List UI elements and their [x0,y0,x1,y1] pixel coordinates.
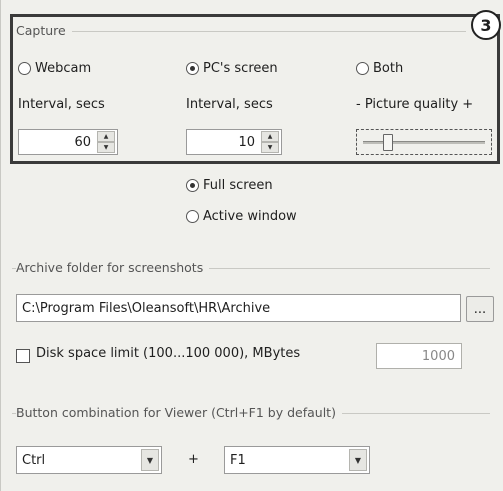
radio-full-screen-label: Full screen [203,178,273,193]
spin-down-icon[interactable]: ▼ [97,142,115,153]
screen-interval-value[interactable]: 10 [187,135,261,150]
radio-webcam-circle [18,62,31,75]
webcam-interval-label: Interval, secs [18,97,105,112]
capture-group-line [16,31,466,32]
webcam-interval-spinner[interactable]: 60 ▲ ▼ [18,129,118,155]
spin-up-icon[interactable]: ▲ [261,131,279,142]
radio-webcam[interactable]: Webcam [18,61,91,76]
radio-both-circle [356,62,369,75]
picture-quality-label: - Picture quality + [356,97,474,112]
key-select[interactable]: F1 ▼ [224,446,370,474]
archive-group-title: Archive folder for screenshots [16,260,210,275]
radio-selected-dot [190,183,195,188]
screen-interval-spinner[interactable]: 10 ▲ ▼ [186,129,282,155]
radio-both[interactable]: Both [356,61,403,76]
radio-selected-dot [190,66,195,71]
spin-up-icon[interactable]: ▲ [97,131,115,142]
slider-track [363,141,485,144]
radio-full-screen-circle [186,179,199,192]
chevron-down-icon[interactable]: ▼ [349,449,367,471]
key-select-value: F1 [230,452,246,468]
disk-limit-label: Disk space limit (100...100 000), MBytes [36,346,301,361]
radio-pc-screen[interactable]: PC's screen [186,61,278,76]
webcam-interval-value[interactable]: 60 [19,135,97,150]
radio-webcam-label: Webcam [35,61,92,76]
picture-quality-slider[interactable] [356,129,492,155]
browse-button[interactable]: ... [466,296,494,322]
plus-sign: + [188,452,199,467]
slider-thumb[interactable] [383,134,394,151]
radio-pc-screen-label: PC's screen [203,61,278,76]
screen-interval-label: Interval, secs [186,97,273,112]
radio-full-screen[interactable]: Full screen [186,178,273,193]
radio-active-window[interactable]: Active window [186,209,297,224]
capture-group-title: Capture [16,23,72,38]
radio-pc-screen-circle [186,62,199,75]
chevron-down-icon[interactable]: ▼ [141,449,159,471]
step-badge: 3 [471,10,501,40]
radio-active-window-label: Active window [203,209,297,224]
spin-down-icon[interactable]: ▼ [261,142,279,153]
disk-limit-checkbox[interactable] [16,349,30,363]
radio-both-label: Both [373,61,404,76]
modifier-select[interactable]: Ctrl ▼ [16,446,162,474]
modifier-select-value: Ctrl [22,452,46,468]
disk-limit-input[interactable]: 1000 [376,343,462,369]
panel-left-border [0,0,1,491]
radio-active-window-circle [186,210,199,223]
archive-path-input[interactable]: C:\Program Files\Oleansoft\HR\Archive [16,294,461,322]
hotkey-group-title: Button combination for Viewer (Ctrl+F1 b… [16,405,342,420]
